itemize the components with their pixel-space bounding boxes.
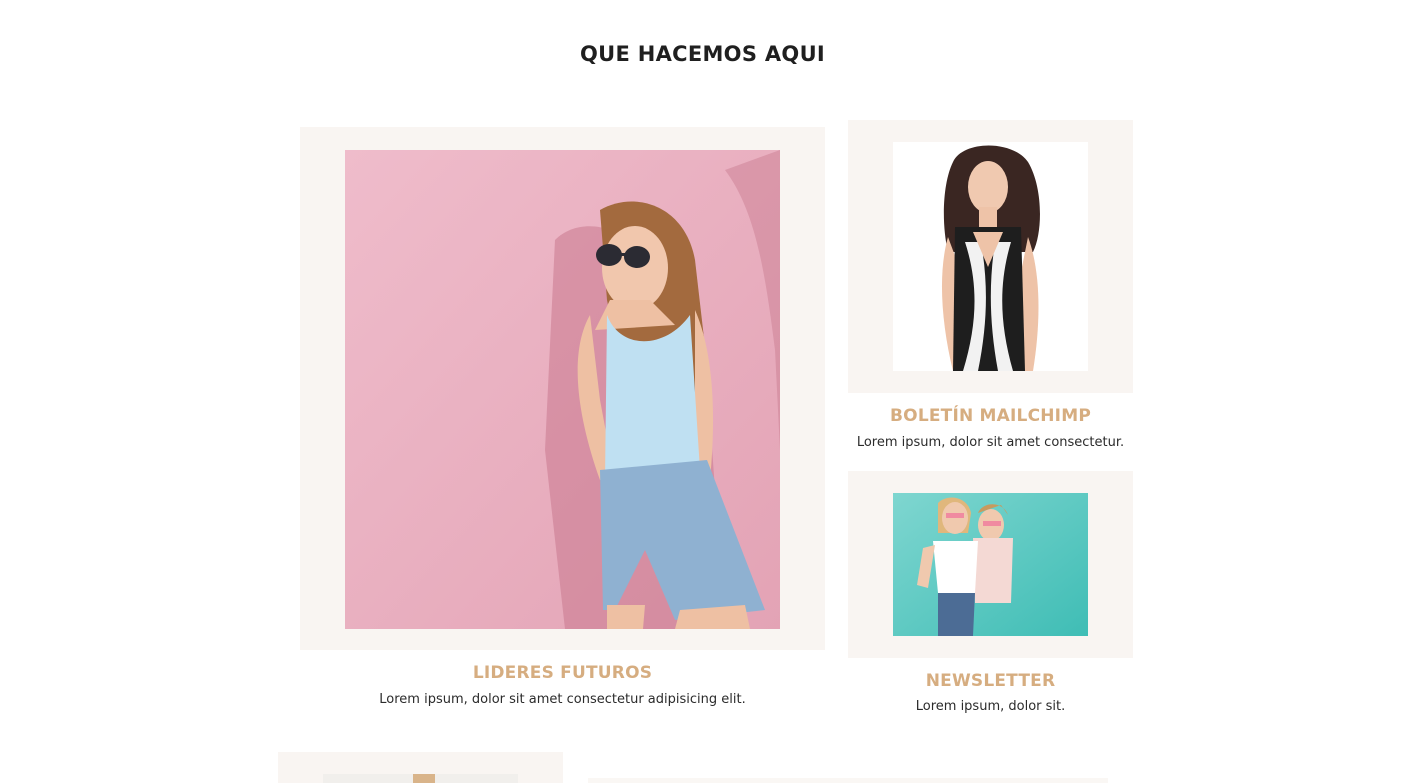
mailchimp-card-image — [893, 142, 1088, 371]
newsletter-card-text: Lorem ipsum, dolor sit. — [915, 699, 1066, 714]
mailchimp-card-title[interactable]: BOLETÍN MAILCHIMP — [848, 406, 1133, 426]
section-title: QUE HACEMOS AQUI — [579, 42, 826, 66]
newsletter-card-image — [893, 493, 1088, 636]
mailchimp-card-text: Lorem ipsum, dolor sit amet consectetur. — [856, 435, 1125, 450]
featured-card-text: Lorem ipsum, dolor sit amet consectetur … — [379, 692, 746, 707]
next-card-right-edge — [588, 778, 1108, 783]
featured-card-title[interactable]: LIDERES FUTUROS — [300, 663, 825, 683]
next-card-image-detail — [413, 774, 435, 783]
newsletter-card-title[interactable]: NEWSLETTER — [848, 671, 1133, 691]
next-card-image-partial — [323, 774, 518, 783]
featured-card-image — [345, 150, 780, 629]
